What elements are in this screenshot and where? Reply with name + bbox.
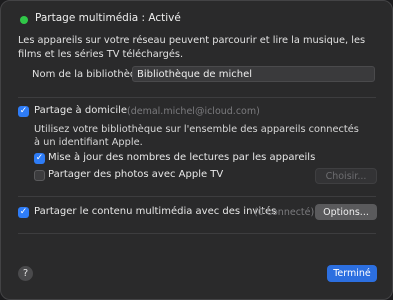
- checkmark-icon: ✓: [19, 106, 28, 116]
- home-sharing-description: Utilisez votre bibliothèque sur l'ensemb…: [34, 124, 359, 148]
- choose-button[interactable]: Choisir...: [315, 168, 377, 184]
- media-sharing-dialog: Partage multimédia : Activé Les appareil…: [0, 0, 393, 300]
- guest-sharing-checkbox[interactable]: ✓: [18, 207, 29, 218]
- status-indicator-icon: [20, 16, 28, 24]
- home-sharing-checkbox[interactable]: ✓: [18, 106, 29, 117]
- share-photos-checkbox[interactable]: [34, 170, 45, 181]
- help-icon: ?: [22, 268, 29, 279]
- share-photos-label: Partager des photos avec Apple TV: [48, 169, 224, 180]
- update-plays-checkbox[interactable]: ✓: [34, 153, 45, 164]
- checkmark-icon: ✓: [19, 207, 28, 217]
- checkmark-icon: ✓: [35, 153, 44, 163]
- sharing-description: Les appareils sur votre réseau peuvent p…: [18, 35, 366, 60]
- divider: [18, 196, 376, 197]
- guest-sharing-label: Partager le contenu multimédia avec des …: [34, 206, 277, 217]
- options-button[interactable]: Options...: [315, 204, 377, 220]
- library-name-input[interactable]: Bibliothèque de michel: [132, 66, 375, 82]
- divider: [18, 233, 376, 234]
- update-plays-label: Mise à jour des nombres de lectures par …: [48, 152, 316, 163]
- done-button[interactable]: Terminé: [327, 265, 377, 282]
- help-button[interactable]: ?: [18, 266, 33, 281]
- guest-connected-count: (0 connecté): [254, 207, 315, 218]
- home-sharing-label: Partage à domicile: [34, 105, 128, 116]
- divider: [18, 97, 376, 98]
- home-sharing-account: (demal.michel@icloud.com): [127, 106, 260, 117]
- status-title: Partage multimédia : Activé: [35, 12, 181, 24]
